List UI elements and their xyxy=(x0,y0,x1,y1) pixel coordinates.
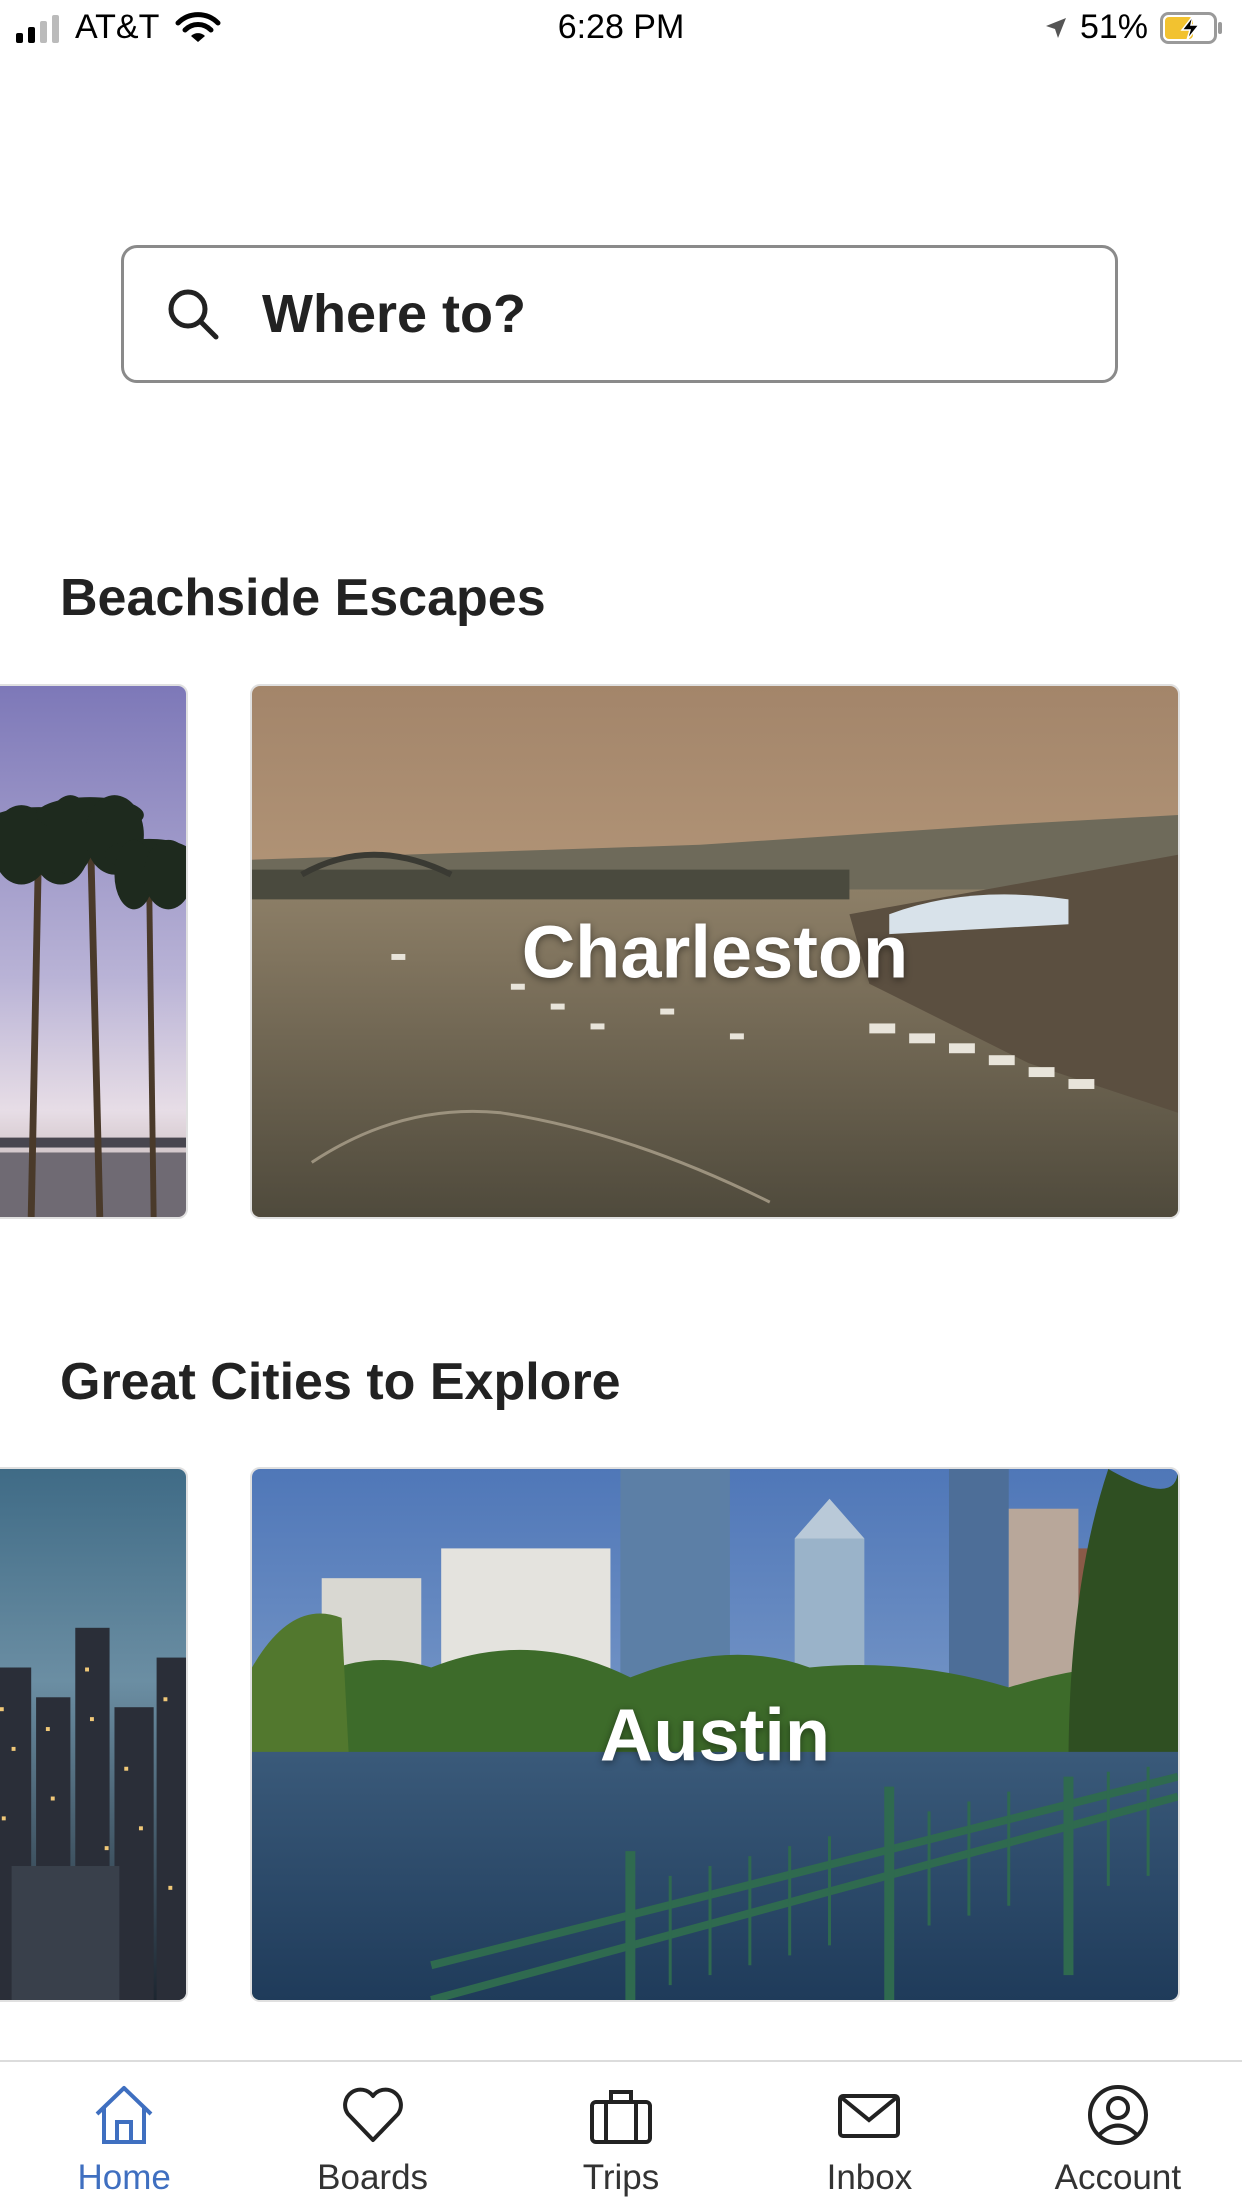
status-right: 51% xyxy=(1044,8,1224,47)
status-bar: AT&T 6:28 PM 51% xyxy=(0,0,1242,60)
search-placeholder: Where to? xyxy=(262,284,526,344)
card-label: Austin xyxy=(599,1693,831,1776)
search-box[interactable]: Where to? xyxy=(121,245,1118,383)
palm-trees-image xyxy=(0,686,186,1217)
tab-label: Boards xyxy=(317,2158,429,2197)
heart-icon xyxy=(342,2087,403,2142)
destination-card-city-night[interactable] xyxy=(0,1467,188,2002)
suitcase-icon xyxy=(590,2090,653,2144)
tab-label: Home xyxy=(77,2158,171,2197)
envelope-icon xyxy=(838,2094,901,2138)
destination-card-austin[interactable]: Austin xyxy=(250,1467,1180,2002)
tab-home[interactable]: Home xyxy=(0,2062,248,2210)
section-title-great-cities: Great Cities to Explore xyxy=(60,1353,621,1411)
location-arrow-icon xyxy=(1045,17,1066,38)
tab-trips[interactable]: Trips xyxy=(497,2062,745,2210)
tab-label: Trips xyxy=(582,2158,660,2197)
account-icon xyxy=(1087,2085,1148,2145)
battery-percentage: 51% xyxy=(1079,8,1148,46)
tab-inbox[interactable]: Inbox xyxy=(745,2062,993,2210)
destination-card-palm-beach[interactable] xyxy=(0,684,188,1219)
card-label: Charleston xyxy=(521,910,909,993)
tab-label: Inbox xyxy=(826,2158,913,2197)
tab-boards[interactable]: Boards xyxy=(248,2062,496,2210)
section-title-beachside: Beachside Escapes xyxy=(60,569,546,627)
tab-account[interactable]: Account xyxy=(994,2062,1242,2210)
city-night-image xyxy=(0,1469,186,2000)
tab-label: Account xyxy=(1054,2158,1182,2197)
bottom-tab-bar: Home Boards Trips Inbox Account xyxy=(0,2060,1242,2210)
battery-charging-icon xyxy=(1160,11,1222,44)
search-icon xyxy=(168,289,219,340)
home-icon xyxy=(95,2086,153,2144)
destination-card-charleston[interactable]: Charleston xyxy=(250,684,1180,1219)
